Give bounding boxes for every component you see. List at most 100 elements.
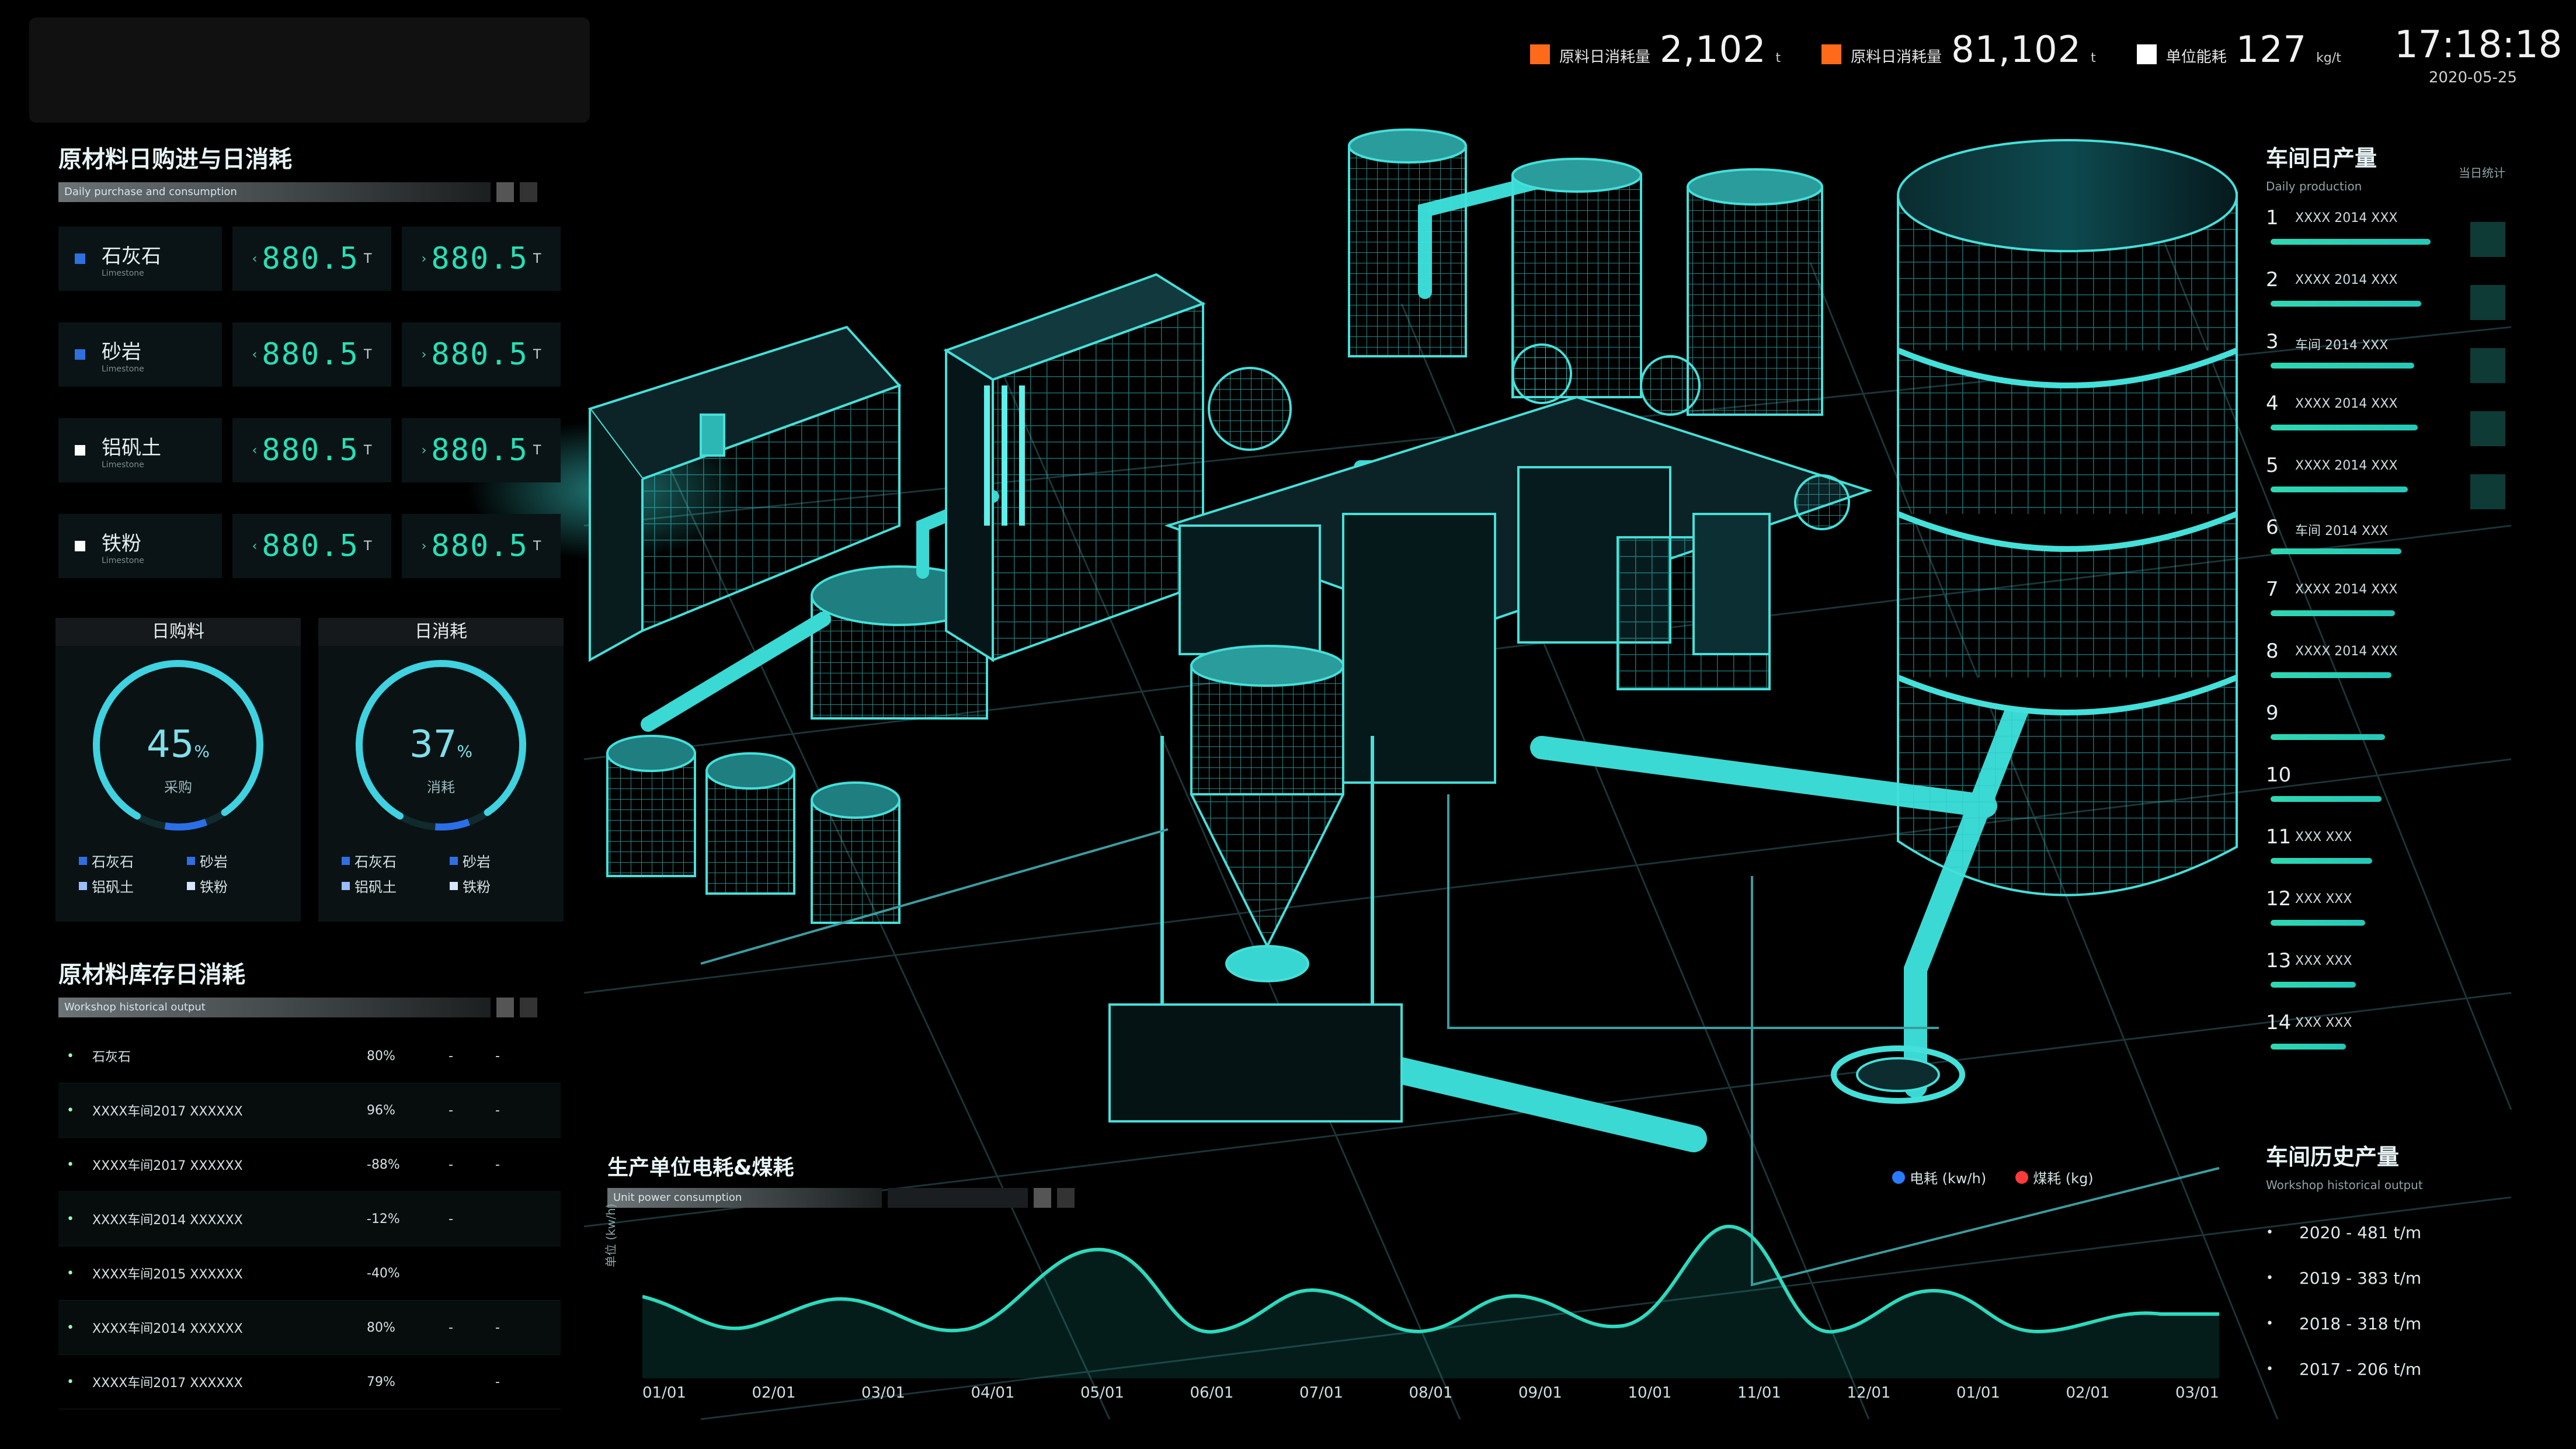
- material-name: 石灰石: [102, 244, 161, 268]
- workshop-name: XXXX车间2017 XXXXXX: [92, 1104, 243, 1119]
- history-item[interactable]: • 2019 - 383 t/m: [2266, 1255, 2546, 1301]
- rank-item[interactable]: 5 XXXX 2014 XXX: [2266, 449, 2453, 511]
- rank-item[interactable]: 1 XXXX 2014 XXX: [2266, 201, 2453, 263]
- material-name-cell: 砂岩 Limestone: [58, 322, 222, 387]
- panel-scroll-indicator: [496, 998, 514, 1017]
- arrow-icon: ‹: [252, 347, 258, 362]
- gauge-consumption: 日消耗 石灰石 砂岩 铝矾土 铁粉: [318, 618, 564, 922]
- stat-unit: kg/t: [2316, 51, 2341, 65]
- material-en: Limestone: [102, 364, 144, 374]
- rank-bar: [2271, 920, 2365, 926]
- history-item[interactable]: • 2018 - 318 t/m: [2266, 1301, 2546, 1346]
- x-tick: 11/01: [1737, 1384, 1781, 1402]
- header-stats: 原料日消耗量 2,102 t 原料日消耗量 81,102 t 单位能耗 127 …: [1530, 28, 2341, 71]
- rank-item[interactable]: 8 XXXX 2014 XXX: [2266, 635, 2453, 697]
- gauge-label: 消耗: [427, 779, 455, 795]
- rank-number: 6: [2266, 516, 2279, 539]
- legend-square-icon: [450, 881, 458, 890]
- material-in-cell: ‹ 880.5 T: [232, 322, 391, 387]
- rank-item[interactable]: 3 车间 2014 XXX: [2266, 325, 2453, 387]
- rank-item[interactable]: 6 车间 2014 XXX: [2266, 511, 2453, 573]
- arrow-icon: ›: [421, 347, 427, 362]
- material-unit: T: [533, 251, 541, 266]
- history-title: 车间历史产量: [2266, 1144, 2400, 1170]
- gauge-legend: 石灰石 砂岩 铝矾土 铁粉: [55, 847, 301, 899]
- workshop-row[interactable]: • XXXX车间2014 XXXXXX 80% - -: [58, 1301, 561, 1355]
- material-name: 砂岩: [102, 340, 141, 364]
- rank-text: 车间 2014 XXX: [2295, 338, 2389, 353]
- clock-time: 17:18:18: [2394, 23, 2563, 67]
- workshop-row[interactable]: • XXXX车间2015 XXXXXX -40%: [58, 1246, 561, 1301]
- workshop-row[interactable]: • XXXX车间2017 XXXXXX 96% - -: [58, 1083, 561, 1138]
- workshop-list: • 石灰石 80% - - • XXXX车间2017 XXXXXX 96% - -…: [58, 1029, 561, 1409]
- material-unit: T: [533, 443, 541, 458]
- stat-energy: 单位能耗 127 kg/t: [2136, 28, 2341, 71]
- rank-item[interactable]: 2 XXXX 2014 XXX: [2266, 263, 2453, 325]
- rank-item[interactable]: 11 XXX XXX: [2266, 821, 2453, 882]
- rank-text: XXX XXX: [2295, 830, 2352, 845]
- material-in-value: 880.5: [262, 241, 359, 276]
- panel-scroll-indicator: [496, 182, 514, 202]
- rank-number: 3: [2266, 330, 2279, 353]
- x-tick: 03/01: [2175, 1384, 2219, 1402]
- power-chart-legend: 电耗 (kw/h) 煤耗 (kg): [1892, 1167, 2094, 1187]
- workshop-a: -: [449, 1157, 453, 1172]
- rank-item[interactable]: 12 XXX XXX: [2266, 882, 2453, 944]
- material-in-cell: ‹ 880.5 T: [232, 227, 391, 291]
- history-panel: 车间历史产量 Workshop historical output • 2020…: [2266, 1139, 2546, 1392]
- workshop-value: -40%: [367, 1266, 400, 1281]
- legend-coal: 煤耗 (kg): [2015, 1167, 2094, 1187]
- legend-square-icon: [342, 856, 350, 865]
- history-item[interactable]: • 2020 - 481 t/m: [2266, 1210, 2546, 1255]
- material-out-value: 880.5: [431, 433, 529, 468]
- workshop-row[interactable]: • XXXX车间2017 XXXXXX -88% - -: [58, 1138, 561, 1192]
- workshop-a: -: [449, 1048, 453, 1064]
- rank-item[interactable]: 4 XXXX 2014 XXX: [2266, 387, 2453, 449]
- x-tick: 03/01: [861, 1384, 905, 1402]
- material-list: 石灰石 Limestone ‹ 880.5 T › 880.5 T 砂岩 Lim…: [58, 227, 561, 578]
- rank-item[interactable]: 9: [2266, 697, 2453, 759]
- legend-square-icon: [342, 881, 350, 890]
- bullet-icon: •: [67, 1103, 74, 1118]
- workshop-row[interactable]: • 石灰石 80% - -: [58, 1029, 561, 1083]
- stat-unit: t: [1775, 51, 1781, 65]
- rank-item[interactable]: 14 XXX XXX: [2266, 1006, 2453, 1068]
- rank-item[interactable]: 7 XXXX 2014 XXX: [2266, 573, 2453, 635]
- power-curve: [642, 1224, 2219, 1378]
- rank-item[interactable]: 13 XXX XXX: [2266, 944, 2453, 1006]
- material-unit: T: [363, 538, 372, 554]
- stat-value: 2,102: [1660, 28, 1767, 71]
- history-item[interactable]: • 2017 - 206 t/m: [2266, 1346, 2546, 1392]
- rank-bar: [2271, 1044, 2346, 1050]
- storage-tank: [1831, 139, 2238, 1104]
- x-tick: 08/01: [1409, 1384, 1453, 1402]
- material-color-icon: [75, 445, 85, 456]
- bullet-icon: •: [67, 1374, 74, 1389]
- workshop-row[interactable]: • XXXX车间2017 XXXXXX 79% -: [58, 1355, 561, 1409]
- legend-square-icon: [79, 881, 87, 890]
- material-unit: T: [533, 538, 541, 554]
- gauge-legend-label: 石灰石: [354, 854, 397, 870]
- material-name-cell: 石灰石 Limestone: [58, 227, 222, 291]
- rank-bar: [2271, 548, 2401, 554]
- rank-text: XXXX 2014 XXX: [2295, 397, 2398, 411]
- stat-value: 127: [2236, 28, 2307, 71]
- material-out-cell: › 880.5 T: [402, 418, 561, 482]
- panel-scroll-indicator: [520, 998, 537, 1017]
- material-unit: T: [363, 251, 372, 266]
- workshop-name: XXXX车间2017 XXXXXX: [92, 1376, 243, 1391]
- history-text: 2018 - 318 t/m: [2299, 1314, 2422, 1333]
- rank-item[interactable]: 10: [2266, 759, 2453, 821]
- workshop-row[interactable]: • XXXX车间2014 XXXXXX -12% -: [58, 1192, 561, 1246]
- daily-production-subtitle: Daily production: [2266, 179, 2362, 193]
- gauge-legend-item: 铁粉: [187, 875, 277, 896]
- panel-scroll-indicator: [888, 1188, 1028, 1208]
- rank-bar: [2271, 610, 2395, 616]
- rank-text: 车间 2014 XXX: [2295, 524, 2389, 538]
- purchase-title: 原材料日购进与日消耗: [58, 146, 292, 173]
- stat-label: 原料日消耗量: [1559, 48, 1651, 66]
- gauge-percent-sign: %: [194, 742, 210, 761]
- legend-power: 电耗 (kw/h): [1892, 1167, 1986, 1187]
- gauge-panel: 日购料 石灰石 砂岩 铝矾土 铁粉 日消耗 石灰石 砂岩 铝矾土 铁粉: [55, 618, 564, 922]
- material-out-value: 880.5: [431, 337, 529, 372]
